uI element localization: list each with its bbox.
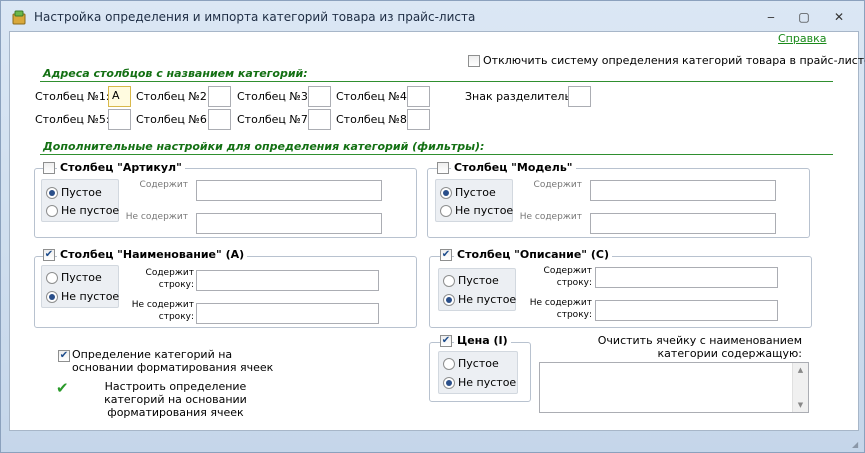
format-based-checkbox[interactable]: ✔ [58, 350, 70, 362]
name-notempty-radio[interactable] [46, 291, 58, 303]
name-empty-label: Пустое [61, 271, 102, 284]
article-contains-input[interactable] [196, 180, 382, 201]
column-1-input[interactable]: A [108, 86, 131, 107]
app-icon [12, 10, 26, 25]
column-8-input[interactable] [407, 109, 430, 130]
article-empty-label: Пустое [61, 186, 102, 199]
column-7-label: Столбец №7: [237, 113, 312, 126]
name-radio-group: Пустое Не пустое [41, 265, 119, 308]
title-bar[interactable]: Настройка определения и импорта категори… [1, 1, 864, 33]
model-notcontains-input[interactable] [590, 213, 776, 234]
description-notcontains-input[interactable] [595, 300, 778, 321]
model-empty-label: Пустое [455, 186, 496, 199]
column-1-label: Столбец №1: [35, 90, 110, 103]
format-based-label: Определение категорий на основании форма… [72, 348, 274, 374]
dialog-window: Настройка определения и импорта категори… [0, 0, 865, 453]
price-notempty-label: Не пустое [458, 376, 517, 389]
help-link[interactable]: Справка [778, 32, 826, 45]
model-notcontains-label: Не содержит [519, 212, 582, 222]
column-2-label: Столбец №2: [136, 90, 211, 103]
column-6-label: Столбец №6: [136, 113, 211, 126]
model-contains-input[interactable] [590, 180, 776, 201]
maximize-button[interactable]: ▢ [792, 7, 816, 27]
resize-grip-icon[interactable]: ◢ [852, 440, 862, 450]
price-filter-label: Цена (I) [454, 334, 511, 347]
disable-system-checkbox[interactable] [468, 55, 480, 67]
clear-cell-textarea[interactable]: ▲ ▼ [539, 362, 809, 413]
price-empty-label: Пустое [458, 357, 499, 370]
price-checkbox[interactable]: ✔ [440, 335, 452, 347]
article-notcontains-label: Не содержит [125, 212, 188, 222]
description-notempty-radio[interactable] [443, 294, 455, 306]
article-notempty-label: Не пустое [61, 204, 120, 217]
article-contains-label: Содержит [139, 180, 188, 190]
checkmark-icon: ✔ [56, 379, 69, 397]
column-3-label: Столбец №3: [237, 90, 312, 103]
name-contains-input[interactable] [196, 270, 379, 291]
model-filter-label: Столбец "Модель" [451, 161, 576, 174]
column-4-input[interactable] [407, 86, 430, 107]
close-button[interactable]: ✕ [827, 7, 851, 27]
article-filter-label: Столбец "Артикул" [57, 161, 185, 174]
model-contains-label: Содержит [533, 180, 582, 190]
price-notempty-radio[interactable] [443, 377, 455, 389]
model-empty-radio[interactable] [440, 187, 452, 199]
name-filter-label: Столбец "Наименование" (A) [57, 248, 248, 261]
name-notcontains-input[interactable] [196, 303, 379, 324]
description-notcontains-label: Не содержит строку: [529, 298, 592, 320]
window-title: Настройка определения и импорта категори… [34, 10, 476, 24]
price-radio-group: Пустое Не пустое [438, 351, 518, 394]
column-4-label: Столбец №4: [336, 90, 411, 103]
minimize-button[interactable]: ‒ [759, 7, 783, 27]
dialog-body: Справка Отключить систему определения ка… [9, 31, 865, 431]
column-7-input[interactable] [308, 109, 331, 130]
separator-input[interactable] [568, 86, 591, 107]
description-notempty-label: Не пустое [458, 293, 517, 306]
column-8-label: Столбец №8: [336, 113, 411, 126]
column-3-input[interactable] [308, 86, 331, 107]
model-radio-group: Пустое Не пустое [435, 179, 513, 222]
description-empty-radio[interactable] [443, 275, 455, 287]
clear-cell-label: Очистить ячейку с наименованием категори… [597, 334, 802, 360]
name-checkbox[interactable]: ✔ [43, 249, 55, 261]
disable-system-label: Отключить систему определения категорий … [483, 54, 865, 67]
scroll-up-icon[interactable]: ▲ [793, 363, 808, 377]
description-empty-label: Пустое [458, 274, 499, 287]
price-empty-radio[interactable] [443, 358, 455, 370]
name-contains-label: Содержит строку: [145, 268, 194, 290]
model-notempty-radio[interactable] [440, 205, 452, 217]
addresses-section-title: Адреса столбцов с названием категорий: [43, 67, 308, 80]
article-checkbox[interactable] [43, 162, 55, 174]
article-notempty-radio[interactable] [46, 205, 58, 217]
description-checkbox[interactable]: ✔ [440, 249, 452, 261]
name-empty-radio[interactable] [46, 272, 58, 284]
addresses-divider [40, 81, 833, 82]
description-contains-input[interactable] [595, 267, 778, 288]
model-notempty-label: Не пустое [455, 204, 514, 217]
clear-cell-scrollbar[interactable]: ▲ ▼ [792, 363, 808, 412]
name-notempty-label: Не пустое [61, 290, 120, 303]
column-5-input[interactable] [108, 109, 131, 130]
separator-label: Знак разделитель: [465, 90, 575, 103]
column-5-label: Столбец №5: [35, 113, 110, 126]
name-notcontains-label: Не содержит строку: [131, 300, 194, 322]
article-radio-group: Пустое Не пустое [41, 179, 119, 222]
description-radio-group: Пустое Не пустое [438, 268, 516, 311]
model-checkbox[interactable] [437, 162, 449, 174]
description-filter-label: Столбец "Описание" (C) [454, 248, 612, 261]
description-contains-label: Содержит строку: [543, 266, 592, 288]
column-2-input[interactable] [208, 86, 231, 107]
article-empty-radio[interactable] [46, 187, 58, 199]
setup-format-link[interactable]: Настроить определение категорий на основ… [73, 380, 278, 419]
column-6-input[interactable] [208, 109, 231, 130]
article-notcontains-input[interactable] [196, 213, 382, 234]
filters-divider [40, 154, 833, 155]
filters-section-title: Дополнительные настройки для определения… [43, 140, 485, 153]
scroll-down-icon[interactable]: ▼ [793, 398, 808, 412]
